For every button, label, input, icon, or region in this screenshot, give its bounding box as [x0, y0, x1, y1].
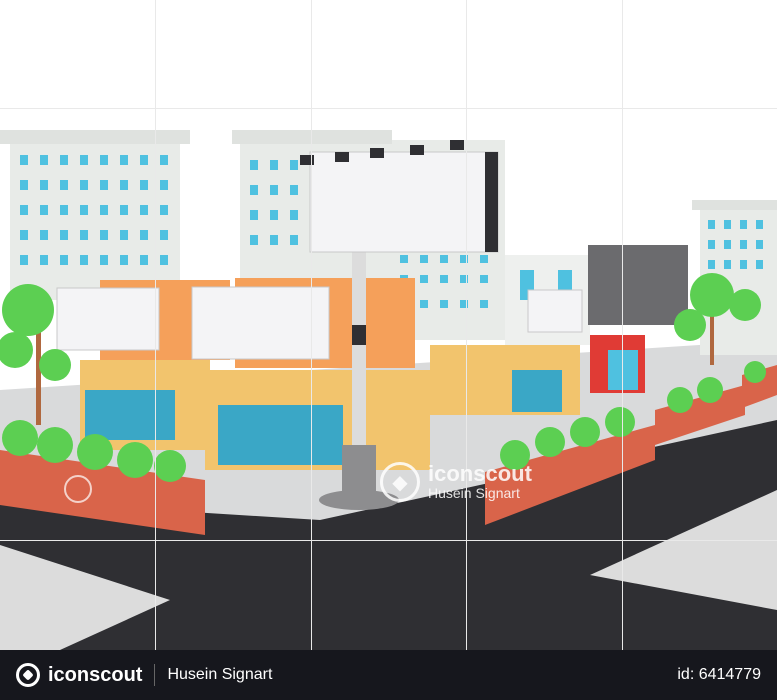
watermark-logo-icon: ◆: [380, 462, 420, 502]
shop-billboard-left: [56, 287, 160, 351]
red-storefront-door: [608, 350, 638, 390]
white-building-window: [558, 270, 572, 290]
watermark-grid-line: [622, 0, 623, 650]
watermark-grid-line: [155, 0, 156, 650]
footer-brand: iconscout: [48, 663, 143, 686]
iconscout-logo-icon: [16, 663, 40, 687]
watermark-small-logo-icon: [64, 475, 92, 503]
watermark-grid-line: [311, 0, 312, 650]
center-watermark: ◆ iconscout Husein Signart: [380, 462, 532, 502]
grey-sign: [588, 245, 688, 325]
city-scene-svg: [0, 130, 777, 650]
watermark-grid-line: [466, 0, 467, 650]
tower-left: [0, 130, 190, 300]
shop-right: [430, 345, 580, 415]
footer-bar: iconscout Husein Signart id: 6414779: [0, 650, 777, 700]
shop-billboard-middle: [191, 286, 330, 360]
watermark-grid-line: [0, 540, 777, 541]
watermark-grid-line: [0, 108, 777, 109]
watermark-author: Husein Signart: [428, 485, 520, 501]
footer-divider: [154, 664, 156, 686]
roof-billboard: [527, 289, 583, 333]
footer-asset-id: id: 6414779: [677, 666, 761, 683]
footer-author: Husein Signart: [167, 666, 273, 683]
watermark-brand: iconscout: [428, 461, 532, 486]
city-street-illustration: ◆ iconscout Husein Signart: [0, 0, 777, 650]
